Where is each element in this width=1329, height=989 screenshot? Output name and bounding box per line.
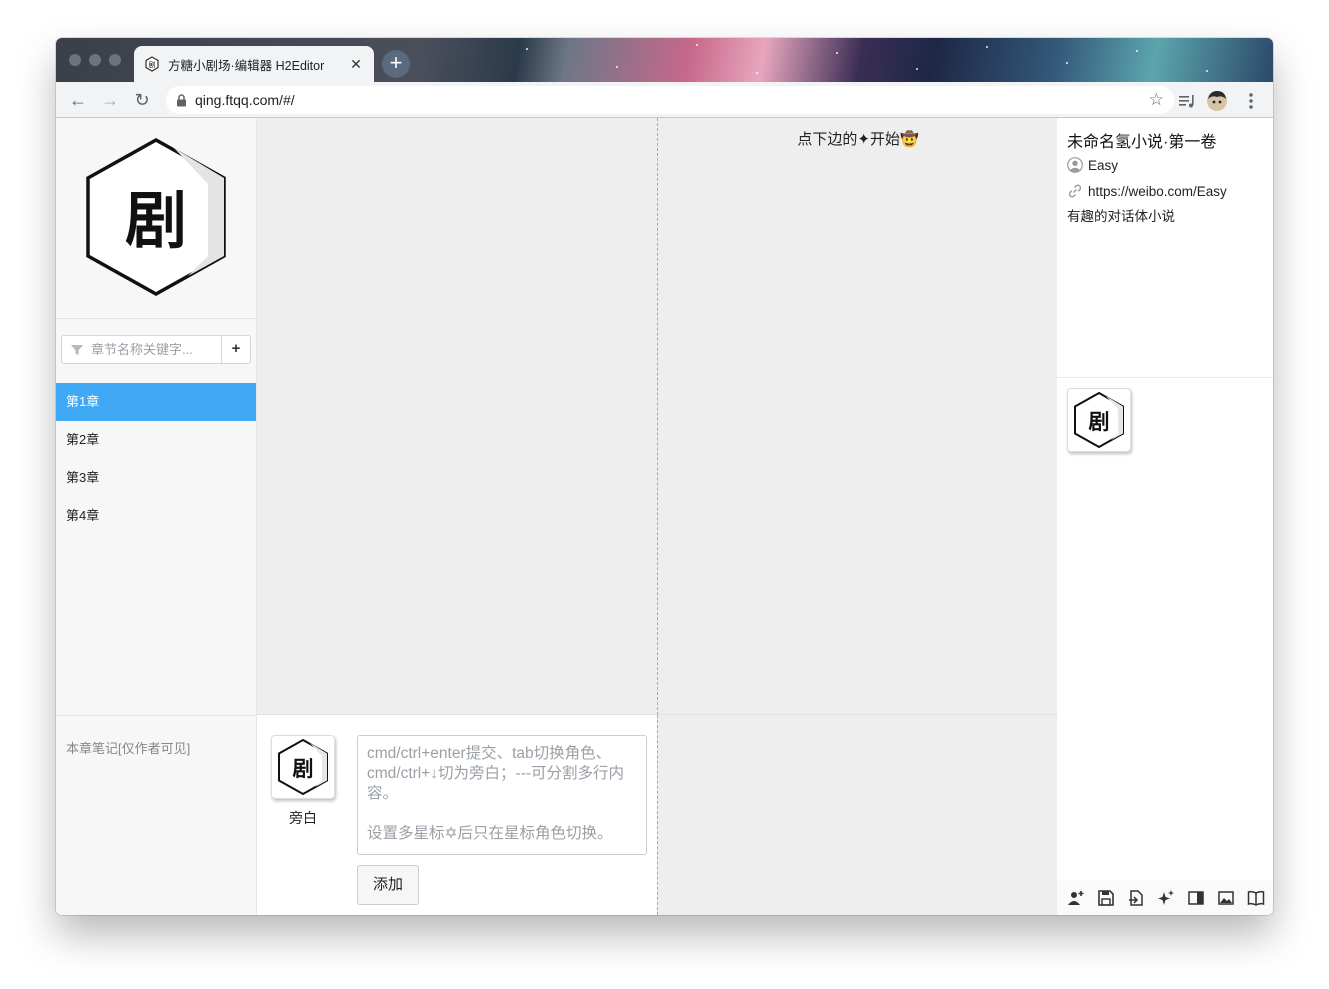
forward-icon[interactable]: → — [100, 90, 120, 110]
stage-right-column: 点下边的✦开始🤠 — [657, 118, 1057, 715]
add-chapter-button[interactable]: + — [221, 335, 251, 364]
tab-close-icon[interactable]: ✕ — [348, 56, 364, 73]
book-description[interactable]: 有趣的对话体小说 — [1067, 204, 1263, 230]
book-info-pane: 未命名氢小说·第一卷 Easy https://weibo.com/Easy 有… — [1057, 118, 1273, 915]
author-link[interactable]: https://weibo.com/Easy — [1088, 184, 1227, 199]
title-bar: 剧 方糖小剧场·编辑器 H2Editor ✕ + — [56, 38, 1273, 82]
bookmark-star-icon[interactable]: ☆ — [1149, 90, 1164, 110]
reload-icon[interactable]: ↻ — [132, 90, 152, 110]
filter-icon — [71, 344, 83, 355]
author-name[interactable]: Easy — [1088, 158, 1118, 173]
logo-hexagon-icon: 剧 — [86, 137, 226, 297]
image-icon[interactable] — [1211, 885, 1241, 911]
chapter-search-input[interactable] — [91, 342, 211, 357]
role-hexagon-icon: 剧 — [278, 738, 328, 796]
layout-icon[interactable] — [1181, 885, 1211, 911]
chapter-item[interactable]: 第4章 — [56, 497, 256, 535]
stage-left-column — [257, 118, 657, 715]
minimize-window-button[interactable] — [89, 54, 101, 66]
cast-hexagon-icon: 剧 — [1074, 391, 1124, 449]
dialogue-editor: 剧 旁白 添加 — [257, 715, 657, 915]
role-name: 旁白 — [289, 810, 317, 826]
logo: 剧 — [56, 118, 256, 319]
chapter-item[interactable]: 第1章 — [56, 383, 256, 421]
link-row: https://weibo.com/Easy — [1067, 178, 1263, 204]
book-title[interactable]: 未命名氢小说·第一卷 — [1067, 128, 1263, 152]
cast-avatar[interactable]: 剧 — [1067, 388, 1131, 452]
logo-glyph: 剧 — [125, 184, 187, 257]
start-hint: 点下边的✦开始🤠 — [797, 131, 919, 148]
chapter-search-row: + — [61, 335, 251, 364]
profile-avatar[interactable] — [1206, 90, 1228, 112]
dialogue-input[interactable] — [357, 735, 647, 855]
chapter-item[interactable]: 第3章 — [56, 459, 256, 497]
stage-right-bottom — [657, 715, 1057, 915]
browser-window: 剧 方糖小剧场·编辑器 H2Editor ✕ + ← → ↻ qing.ftqq… — [56, 38, 1273, 915]
tab-favicon-glyph: 剧 — [149, 60, 156, 69]
browser-toolbar: ← → ↻ qing.ftqq.com/#/ ☆ — [56, 82, 1273, 118]
close-window-button[interactable] — [69, 54, 81, 66]
browser-tab[interactable]: 剧 方糖小剧场·编辑器 H2Editor ✕ — [134, 46, 374, 82]
chapter-notes[interactable]: 本章笔记[仅作者可见] — [56, 715, 256, 915]
author-row: Easy — [1067, 152, 1263, 178]
export-icon[interactable] — [1121, 885, 1151, 911]
book-info: 未命名氢小说·第一卷 Easy https://weibo.com/Easy 有… — [1057, 118, 1273, 378]
role-avatar[interactable]: 剧 — [271, 735, 335, 799]
save-icon[interactable] — [1091, 885, 1121, 911]
add-role-icon[interactable] — [1061, 885, 1091, 911]
tab-favicon-icon: 剧 — [145, 56, 159, 72]
lock-icon — [177, 93, 186, 106]
cast-avatar-glyph: 剧 — [1089, 409, 1110, 434]
tab-title: 方糖小剧场·编辑器 H2Editor — [168, 58, 325, 73]
chapter-list: 第1章 第2章 第3章 第4章 — [56, 383, 256, 535]
address-bar[interactable]: qing.ftqq.com/#/ ☆ — [166, 86, 1174, 114]
user-icon — [1067, 157, 1083, 173]
link-icon — [1068, 184, 1082, 198]
more-menu-icon[interactable] — [1240, 90, 1262, 112]
add-dialogue-button[interactable]: 添加 — [357, 865, 419, 905]
chapter-item[interactable]: 第2章 — [56, 421, 256, 459]
new-tab-button[interactable]: + — [382, 50, 410, 78]
bottom-toolbar — [1057, 880, 1273, 915]
page-content: 剧 + 第1章 第2章 第3章 第4章 本章笔记[仅作者可见] — [56, 118, 1273, 915]
back-icon[interactable]: ← — [68, 90, 88, 110]
chapter-search-field[interactable] — [61, 335, 221, 364]
url-text: qing.ftqq.com/#/ — [195, 92, 295, 108]
chapter-sidebar: 剧 + 第1章 第2章 第3章 第4章 本章笔记[仅作者可见] — [56, 118, 257, 915]
sparkle-icon[interactable] — [1151, 885, 1181, 911]
book-icon[interactable] — [1241, 885, 1271, 911]
media-queue-icon[interactable] — [1176, 90, 1198, 112]
maximize-window-button[interactable] — [109, 54, 121, 66]
role-avatar-glyph: 剧 — [293, 756, 314, 781]
